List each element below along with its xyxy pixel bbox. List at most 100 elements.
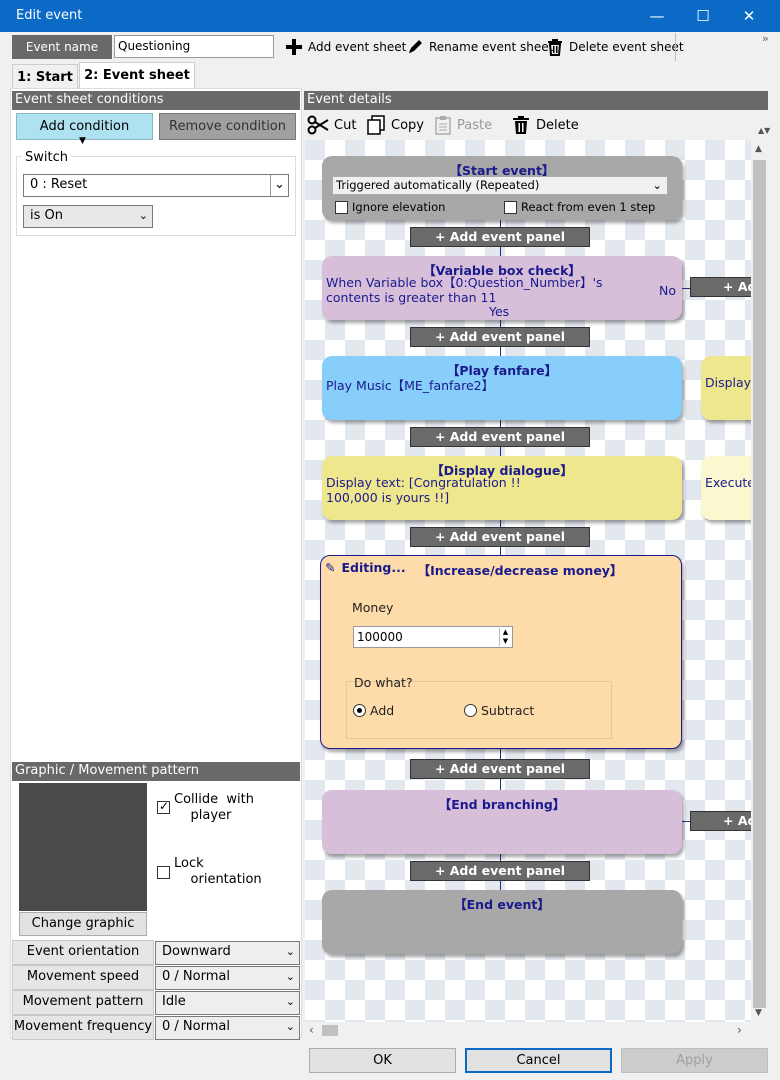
side-execute-panel[interactable]: Execute: [701, 456, 751, 520]
movement-pattern-value: Idle: [162, 994, 186, 1009]
trigger-select[interactable]: Triggered automatically (Repeated) ⌄: [332, 176, 668, 195]
side-execute-label: Execute: [705, 475, 751, 490]
add-radio-label: Add: [370, 703, 395, 718]
ignore-elevation-label: Ignore elevation: [352, 200, 446, 214]
ok-button[interactable]: OK: [309, 1048, 456, 1073]
toolbar-overflow-icon[interactable]: »: [762, 32, 769, 45]
subtract-radio-label: Subtract: [481, 703, 535, 718]
movement-frequency-select[interactable]: 0 / Normal ⌄: [155, 1016, 300, 1040]
lock-orientation-checkbox[interactable]: [157, 866, 170, 883]
event-flow-canvas[interactable]: 【Start event】 Triggered automatically (R…: [305, 140, 751, 1022]
money-input[interactable]: 100000 ▲ ▼: [353, 626, 513, 648]
dropdown-arrow-icon: ▼: [79, 136, 86, 146]
subtract-radio[interactable]: Subtract: [464, 703, 534, 718]
cut-button[interactable]: Cut: [307, 113, 356, 137]
add-event-sheet-button[interactable]: Add event sheet: [285, 36, 406, 58]
branch-yes-label: Yes: [489, 304, 510, 319]
toolbar-divider: [675, 33, 676, 61]
scroll-left-icon[interactable]: ‹: [309, 1023, 314, 1037]
switch-state-select[interactable]: is On ⌄: [23, 205, 153, 228]
copy-label: Copy: [391, 117, 424, 133]
change-graphic-button[interactable]: Change graphic: [19, 912, 147, 936]
add-event-panel-branch-button[interactable]: + Ad: [690, 277, 751, 297]
graphic-preview: [19, 783, 147, 911]
minimize-button[interactable]: —: [634, 0, 680, 32]
scroll-right-icon[interactable]: ›: [737, 1023, 742, 1037]
lock-orientation-label: Lock orientation: [174, 856, 262, 887]
maximize-button[interactable]: ☐: [680, 0, 726, 32]
movement-pattern-select[interactable]: Idle ⌄: [155, 991, 300, 1015]
event-orientation-select[interactable]: Downward ⌄: [155, 941, 300, 965]
event-name-input[interactable]: Questioning: [114, 35, 274, 58]
scroll-down-icon[interactable]: ▼: [755, 1008, 762, 1018]
side-display-panel[interactable]: Display: [701, 356, 751, 420]
add-event-panel-button[interactable]: + Add event panel: [410, 327, 590, 347]
start-event-panel[interactable]: 【Start event】 Triggered automatically (R…: [322, 156, 682, 220]
ignore-elevation-checkbox[interactable]: Ignore elevation: [335, 200, 445, 214]
delete-label: Delete: [536, 117, 579, 133]
plus-icon: [286, 39, 302, 55]
trigger-select-value: Triggered automatically (Repeated): [336, 178, 540, 192]
add-event-panel-button[interactable]: + Add event panel: [410, 527, 590, 547]
stepper-arrows-icon[interactable]: ▲ ▼: [499, 628, 511, 646]
switch-select[interactable]: 0 : Reset ⌄: [23, 174, 289, 197]
collide-label: Collide with player: [174, 792, 254, 823]
copy-button[interactable]: Copy: [366, 113, 424, 137]
copy-icon: [367, 115, 385, 135]
display-dialogue-body: Display text: [Congratulation !! 100,000…: [326, 475, 521, 505]
editing-label: Editing...: [341, 560, 406, 575]
add-event-panel-branch-button[interactable]: + Ad: [690, 811, 751, 831]
end-branching-panel[interactable]: 【End branching】: [322, 790, 682, 854]
delete-button[interactable]: Delete: [511, 113, 579, 137]
tab-start[interactable]: 1: Start: [12, 64, 78, 88]
switch-label: Switch: [22, 150, 71, 165]
money-label: Money: [352, 600, 394, 615]
add-event-panel-button[interactable]: + Add event panel: [410, 427, 590, 447]
event-orientation-value: Downward: [162, 944, 231, 959]
money-panel[interactable]: ✎ Editing... 【Increase/decrease money】 M…: [320, 555, 682, 749]
react-step-label: React from even 1 step: [521, 200, 656, 214]
branch-connector: [682, 288, 690, 289]
add-event-panel-button[interactable]: + Add event panel: [410, 759, 590, 779]
checkbox-icon: [504, 200, 517, 214]
collide-checkbox[interactable]: ✓: [157, 799, 170, 818]
rename-event-sheet-button[interactable]: Rename event sheet: [406, 36, 553, 58]
add-radio[interactable]: Add: [353, 703, 394, 718]
add-event-panel-button[interactable]: + Add event panel: [410, 861, 590, 881]
horizontal-scrollbar[interactable]: ‹ ›: [305, 1022, 751, 1039]
vertical-scrollbar[interactable]: ▲ ▼: [751, 140, 768, 1022]
branch-no-label: No: [659, 283, 676, 298]
collapse-icon[interactable]: ▲▼: [758, 126, 770, 135]
display-dialogue-panel[interactable]: 【Display dialogue】 Display text: [Congra…: [322, 456, 682, 520]
horizontal-scroll-thumb[interactable]: [322, 1025, 338, 1036]
apply-button[interactable]: Apply: [621, 1048, 768, 1073]
end-event-panel[interactable]: 【End event】: [322, 890, 682, 954]
chevron-down-icon: ⌄: [138, 209, 148, 222]
add-condition-button[interactable]: Add condition ▼: [16, 113, 153, 146]
close-button[interactable]: ✕: [726, 0, 772, 32]
checkbox-icon: [335, 200, 348, 214]
movement-frequency-label: Movement frequency: [12, 1015, 154, 1040]
checkbox-icon: [157, 866, 170, 879]
remove-condition-button[interactable]: Remove condition: [159, 113, 296, 140]
add-event-panel-button[interactable]: + Add event panel: [410, 227, 590, 247]
money-panel-header: ✎ Editing... 【Increase/decrease money】: [325, 560, 622, 579]
vertical-scroll-thumb[interactable]: [753, 160, 766, 1008]
movement-pattern-label: Movement pattern: [12, 990, 154, 1015]
paste-button[interactable]: Paste: [434, 113, 492, 137]
radio-empty-icon: [464, 704, 477, 717]
variable-check-panel[interactable]: 【Variable box check】 When Variable box【0…: [322, 256, 682, 320]
scissors-icon: [307, 115, 329, 135]
chevron-down-icon: ⌄: [270, 175, 288, 196]
scroll-up-icon[interactable]: ▲: [755, 144, 762, 154]
side-display-label: Display: [705, 375, 751, 390]
tab-event-sheet[interactable]: 2: Event sheet: [79, 62, 195, 89]
react-step-checkbox[interactable]: React from even 1 step: [504, 200, 655, 214]
trash-icon: [513, 116, 529, 134]
movement-speed-select[interactable]: 0 / Normal ⌄: [155, 966, 300, 990]
delete-event-sheet-button[interactable]: Delete event sheet: [546, 36, 684, 58]
play-fanfare-body: Play Music【ME_fanfare2】: [326, 378, 495, 393]
cancel-button[interactable]: Cancel: [465, 1048, 612, 1073]
title-bar: Edit event — ☐ ✕: [0, 0, 780, 32]
play-fanfare-panel[interactable]: 【Play fanfare】 Play Music【ME_fanfare2】: [322, 356, 682, 420]
